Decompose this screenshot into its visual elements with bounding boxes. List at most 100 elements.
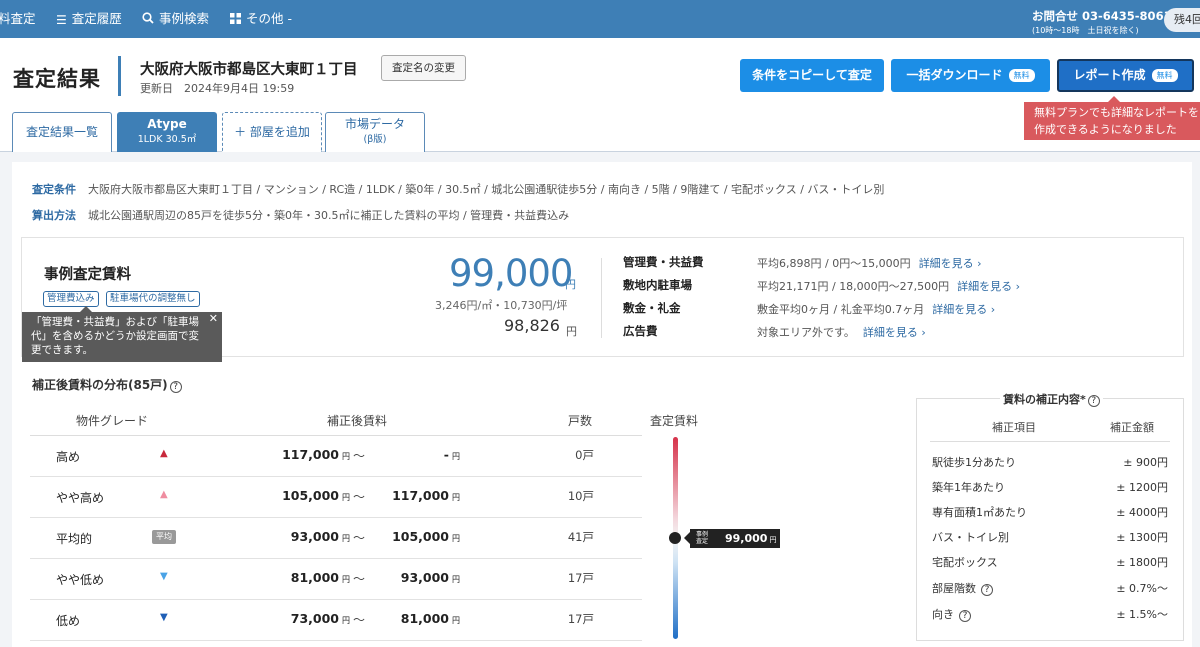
rent-high-value: - bbox=[443, 447, 449, 462]
rename-button[interactable]: 査定名の変更 bbox=[381, 55, 466, 81]
unit-count: 41戸 bbox=[567, 530, 594, 544]
rent-low-value: 81,000 bbox=[290, 570, 339, 585]
help-icon[interactable]: ? bbox=[169, 381, 182, 393]
nav-history[interactable]: ☰ 査定履歴 bbox=[56, 0, 122, 38]
header-assessed: 査定賃料 bbox=[650, 414, 699, 428]
create-report-button[interactable]: レポート作成 無料 bbox=[1057, 59, 1194, 92]
tab-market-data-sub: (β版) bbox=[363, 134, 387, 145]
rent-high-value: 105,000 bbox=[392, 529, 449, 544]
distribution-title-text: 補正後賃料の分布(85戸) bbox=[32, 378, 168, 392]
tab-result-list[interactable]: 査定結果一覧 bbox=[12, 112, 112, 152]
free-badge: 無料 bbox=[1008, 69, 1035, 82]
table-row: 低め ▼ 73,000 円 〜 81,000 円 17戸 bbox=[30, 600, 642, 641]
table-row: 平均的 平均 93,000 円 〜 105,000 円 41戸 bbox=[30, 518, 642, 559]
table-row: 高め ▲ 117,000 円 〜 -円 0戸 bbox=[30, 436, 642, 477]
adjustment-col-item: 補正項目 bbox=[992, 421, 1036, 434]
tab-atype[interactable]: Atype 1LDK 30.5㎡ bbox=[117, 112, 217, 152]
title-divider bbox=[118, 56, 121, 96]
help-icon[interactable]: ? bbox=[981, 584, 993, 596]
gauge-flag: 事例 査定 99,000 円 bbox=[684, 529, 780, 548]
help-icon[interactable]: ? bbox=[959, 610, 971, 622]
settings-tooltip: 「管理費・共益費」および「駐車場代」を含めるかどうか設定画面で変更できます。 ✕ bbox=[22, 306, 222, 362]
adjustment-item: バス・トイレ別 bbox=[932, 531, 1009, 544]
adjustment-header-line bbox=[930, 441, 1170, 442]
header-count: 戸数 bbox=[568, 414, 593, 428]
yen-unit: 円 bbox=[452, 534, 460, 543]
help-icon[interactable]: ? bbox=[1087, 395, 1100, 407]
search-icon bbox=[142, 1, 154, 39]
rent-low: 73,000 円 bbox=[260, 611, 350, 626]
adjustment-item: 宅配ボックス bbox=[932, 556, 998, 569]
fee-value: 平均6,898円 / 0円〜15,000円 bbox=[757, 257, 911, 270]
nav-case-search[interactable]: 事例検索 bbox=[142, 0, 209, 38]
fee-key-parking: 敷地内駐車場 bbox=[623, 278, 692, 292]
adjustment-title-text: 賃料の補正内容* bbox=[1003, 393, 1086, 406]
fee-row-management: 平均6,898円 / 0円〜15,000円 詳細を見る › bbox=[757, 255, 982, 271]
detail-link[interactable]: 詳細を見る › bbox=[919, 257, 982, 270]
rent-high: 81,000 円 bbox=[370, 611, 460, 626]
nav-assess[interactable]: 料査定 bbox=[0, 0, 36, 38]
settings-tooltip-text: 「管理費・共益費」および「駐車場代」を含めるかどうか設定画面で変更できます。 bbox=[31, 316, 199, 356]
triangle-up-icon: ▲ bbox=[160, 489, 168, 500]
tab-add-room[interactable]: ＋ 部屋を追加 bbox=[222, 112, 322, 152]
tab-add-room-label: ＋ 部屋を追加 bbox=[234, 125, 310, 139]
fee-row-ad: 対象エリア外です。 詳細を見る › bbox=[757, 324, 926, 340]
bulk-download-button[interactable]: 一括ダウンロード 無料 bbox=[891, 59, 1050, 92]
nav-other-label: その他 - bbox=[246, 11, 292, 26]
rent-low-value: 105,000 bbox=[282, 488, 339, 503]
yen-unit: 円 bbox=[452, 575, 460, 584]
header-grade: 物件グレード bbox=[76, 414, 149, 428]
gauge-flag-value: 99,000 円 bbox=[725, 532, 776, 545]
yen-unit: 円 bbox=[342, 534, 350, 543]
assessment-address: 大阪府大阪市都島区大東町１丁目 bbox=[140, 62, 358, 78]
rent-high-value: 93,000 bbox=[400, 570, 449, 585]
gauge-flag-label: 事例 査定 bbox=[696, 531, 709, 545]
method-value: 城北公園通駅周辺の85戸を徒歩5分・築0年・30.5㎡に補正した賃料の平均 / … bbox=[88, 209, 570, 222]
yen-unit: 円 bbox=[452, 616, 460, 625]
yen-unit: 円 bbox=[342, 575, 350, 584]
gauge-marker bbox=[669, 532, 681, 544]
condition-value: 大阪府大阪市都島区大東町１丁目 / マンション / RC造 / 1LDK / 築… bbox=[88, 183, 885, 196]
list-icon: ☰ bbox=[56, 13, 67, 27]
fee-key-deposit: 敷金・礼金 bbox=[623, 301, 681, 315]
rent-high-value: 81,000 bbox=[400, 611, 449, 626]
create-report-label: レポート作成 bbox=[1073, 68, 1146, 82]
report-tooltip-line2: 作成できるようになりました bbox=[1034, 123, 1177, 136]
adjustment-amount: ± 4000円 bbox=[1116, 506, 1168, 519]
nav-other[interactable]: その他 - bbox=[230, 0, 292, 38]
contact-info[interactable]: お問合せ 03-6435-8061 (10時〜18時 土日祝を除く) bbox=[1032, 8, 1172, 36]
grade-label: やや高め bbox=[56, 491, 105, 505]
tab-atype-sub: 1LDK 30.5㎡ bbox=[137, 134, 197, 145]
adjustment-item-floor: 部屋階数? bbox=[932, 580, 993, 596]
fee-value: 敷金平均0ヶ月 / 礼金平均0.7ヶ月 bbox=[757, 303, 925, 316]
rent-low: 117,000 円 bbox=[260, 447, 350, 462]
close-icon[interactable]: ✕ bbox=[209, 312, 218, 326]
detail-link[interactable]: 詳細を見る › bbox=[932, 303, 995, 316]
assessed-rent-unit: 円 bbox=[565, 278, 576, 291]
tab-market-data[interactable]: 市場データ (β版) bbox=[325, 112, 425, 152]
adjustment-amount: ± 1800円 bbox=[1116, 556, 1168, 569]
rent-high: -円 bbox=[370, 447, 460, 462]
remaining-count-badge[interactable]: 残4回 bbox=[1164, 8, 1200, 32]
detail-link[interactable]: 詳細を見る › bbox=[957, 280, 1020, 293]
result-title: 事例査定賃料 bbox=[44, 267, 131, 283]
detail-link[interactable]: 詳細を見る › bbox=[863, 326, 926, 339]
rent-high: 105,000 円 bbox=[370, 529, 460, 544]
range-tilde: 〜 bbox=[353, 531, 366, 545]
fee-row-parking: 平均21,171円 / 18,000円〜27,500円 詳細を見る › bbox=[757, 278, 1020, 294]
grade-label: 低め bbox=[56, 614, 81, 628]
fee-value: 対象エリア外です。 bbox=[757, 326, 855, 339]
adjustment-amount: ± 0.7%〜 bbox=[1116, 582, 1168, 595]
average-tag: 平均 bbox=[152, 530, 176, 544]
header-rent: 補正後賃料 bbox=[327, 414, 388, 428]
rent-low: 81,000 円 bbox=[260, 570, 350, 585]
adjustment-item: 築年1年あたり bbox=[932, 481, 1005, 494]
unit-count: 17戸 bbox=[567, 571, 594, 585]
nav-assess-label: 料査定 bbox=[0, 11, 36, 26]
copy-conditions-button[interactable]: 条件をコピーして査定 bbox=[740, 59, 884, 92]
distribution-title: 補正後賃料の分布(85戸)? bbox=[32, 376, 182, 393]
rent-high-value: 117,000 bbox=[392, 488, 449, 503]
unit-count: 0戸 bbox=[575, 448, 594, 462]
bulk-download-label: 一括ダウンロード bbox=[906, 68, 1003, 82]
condition-key: 査定条件 bbox=[32, 183, 76, 196]
